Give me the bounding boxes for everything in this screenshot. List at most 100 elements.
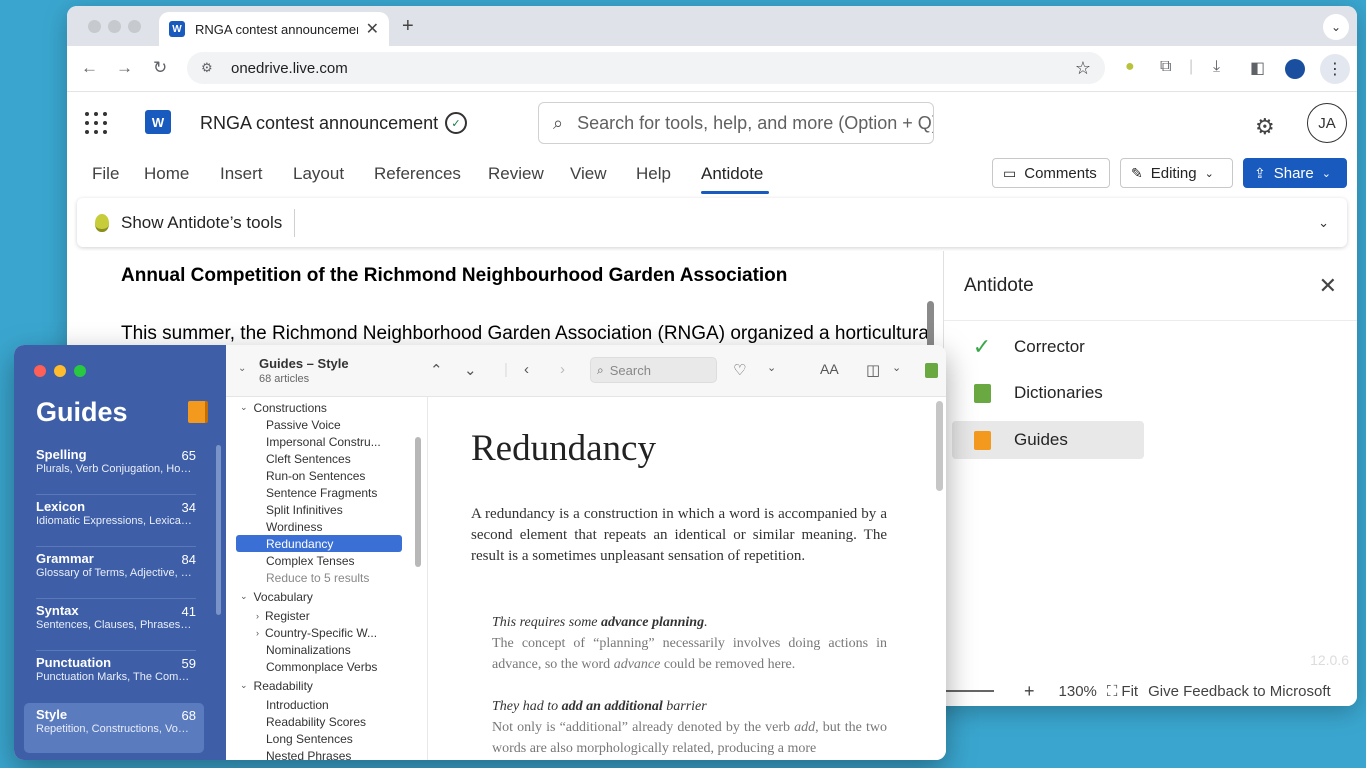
tree-section-vocabulary[interactable]: ⌄ Vocabulary: [240, 588, 406, 605]
forward-arrow-icon[interactable]: →: [116, 58, 133, 78]
side-item-dictionaries[interactable]: Dictionaries: [952, 374, 1144, 412]
tree-item[interactable]: Sentence Fragments: [236, 484, 402, 501]
tree-item[interactable]: › Country-Specific W...: [236, 624, 402, 641]
search-input[interactable]: ⌕ Search for tools, help, and more (Opti…: [538, 102, 934, 144]
browser-tab[interactable]: W RNGA contest announcement ✕: [159, 12, 389, 46]
tab-antidote[interactable]: Antidote: [701, 164, 763, 184]
tab-file[interactable]: File: [92, 164, 119, 184]
chevron-up-icon[interactable]: ⌃: [430, 361, 443, 379]
category-grammar[interactable]: Grammar 84 Glossary of Terms, Adjective,…: [24, 547, 204, 597]
tree-item[interactable]: Wordiness: [236, 518, 402, 535]
heart-icon[interactable]: ♡: [733, 361, 746, 379]
green-book-icon[interactable]: [925, 363, 938, 378]
tab-view[interactable]: View: [570, 164, 607, 184]
avatar[interactable]: JA: [1307, 103, 1347, 143]
document-paragraph: This summer, the Richmond Neighborhood G…: [121, 323, 934, 344]
tree-item[interactable]: Passive Voice: [236, 416, 402, 433]
guides-search-input[interactable]: ⌕ Search: [590, 357, 717, 383]
tab-home[interactable]: Home: [144, 164, 189, 184]
tree-section-readability[interactable]: ⌄ Readability: [240, 677, 406, 694]
tab-layout[interactable]: Layout: [293, 164, 344, 184]
zoom-in-button[interactable]: +: [1024, 681, 1035, 702]
tree-scrollbar[interactable]: [415, 437, 421, 567]
extensions-puzzle-icon[interactable]: ⧉: [1160, 58, 1171, 76]
side-item-corrector[interactable]: ✓ Corrector: [952, 328, 1144, 366]
chevron-down-icon[interactable]: ⌄: [767, 361, 776, 374]
tab-help[interactable]: Help: [636, 164, 671, 184]
layout-panel-icon[interactable]: ◫: [866, 361, 880, 379]
close-window-dot[interactable]: [34, 365, 46, 377]
reload-icon[interactable]: ↻: [153, 58, 167, 78]
gear-icon[interactable]: ⚙: [1255, 114, 1275, 140]
zoom-level[interactable]: 130%: [1059, 683, 1097, 700]
tree-item[interactable]: Split Infinitives: [236, 501, 402, 518]
share-icon: ⇪: [1254, 164, 1266, 181]
category-syntax[interactable]: Syntax 41 Sentences, Clauses, Phrases, F…: [24, 599, 204, 649]
chevron-down-icon[interactable]: ⌄: [464, 361, 477, 379]
tree-item[interactable]: › Register: [236, 607, 402, 624]
tree-item[interactable]: Commonplace Verbs: [236, 658, 402, 675]
fit-button[interactable]: Fit: [1121, 683, 1138, 700]
new-tab-icon[interactable]: +: [402, 15, 414, 38]
bookmark-star-icon[interactable]: ☆: [1075, 58, 1091, 79]
profile-avatar-icon[interactable]: [1285, 59, 1305, 79]
tree-item[interactable]: Cleft Sentences: [236, 450, 402, 467]
app-launcher-icon[interactable]: [85, 112, 107, 134]
tree-item[interactable]: Readability Scores: [236, 713, 402, 730]
close-icon[interactable]: ✕: [1319, 273, 1337, 299]
back-arrow-icon[interactable]: ←: [81, 58, 98, 78]
maximize-window-dot[interactable]: [128, 20, 141, 33]
category-style[interactable]: Style 68 Repetition, Constructions, Voca…: [24, 703, 204, 753]
side-panel-icon[interactable]: ◧: [1250, 58, 1265, 78]
tree-item[interactable]: Complex Tenses: [236, 552, 402, 569]
tree-item[interactable]: Nested Phrases: [236, 747, 402, 761]
chevron-down-icon: ⌄: [240, 402, 248, 412]
address-bar[interactable]: ⚙ onedrive.live.com ☆: [187, 52, 1105, 84]
chevron-down-icon[interactable]: ⌄: [1318, 215, 1329, 231]
tree-item-label: Country-Specific W...: [265, 625, 378, 640]
tree-item[interactable]: Impersonal Constru...: [236, 433, 402, 450]
antidote-extension-icon[interactable]: ●: [1125, 58, 1135, 76]
sidebar-scrollbar[interactable]: [216, 445, 221, 615]
tree-section-constructions[interactable]: ⌄ Constructions: [240, 399, 406, 416]
zoom-slider[interactable]: [944, 690, 994, 692]
reduce-results-link[interactable]: Reduce to 5 results: [236, 569, 402, 586]
chevron-down-icon[interactable]: ⌄: [892, 361, 901, 374]
tree-item[interactable]: Nominalizations: [236, 641, 402, 658]
back-arrow-icon[interactable]: ‹: [524, 361, 529, 378]
close-window-dot[interactable]: [88, 20, 101, 33]
forward-arrow-icon[interactable]: ›: [560, 361, 565, 378]
download-icon[interactable]: ⤓: [1213, 58, 1220, 76]
word-header: W RNGA contest announcement ✓ ⌕ Search f…: [67, 92, 1357, 154]
minimize-window-dot[interactable]: [54, 365, 66, 377]
tab-search-chevron-icon[interactable]: ⌄: [1323, 14, 1349, 40]
show-antidote-tools-button[interactable]: Show Antidote’s tools: [121, 213, 282, 233]
feedback-link[interactable]: Give Feedback to Microsoft: [1148, 683, 1331, 700]
category-punctuation[interactable]: Punctuation 59 Punctuation Marks, The Co…: [24, 651, 204, 701]
side-item-guides[interactable]: Guides: [952, 421, 1144, 459]
fit-icon[interactable]: ⛶: [1107, 683, 1118, 700]
font-size-icon[interactable]: AA: [820, 361, 839, 377]
tree-item[interactable]: Long Sentences: [236, 730, 402, 747]
tree-item-selected[interactable]: Redundancy: [236, 535, 402, 552]
editing-mode-button[interactable]: ✎ Editing ⌄: [1120, 158, 1233, 188]
share-button[interactable]: ⇪ Share ⌄: [1243, 158, 1347, 188]
chevron-down-icon[interactable]: ⌄: [238, 363, 246, 374]
tab-review[interactable]: Review: [488, 164, 544, 184]
word-logo-icon[interactable]: W: [145, 110, 171, 134]
tab-insert[interactable]: Insert: [220, 164, 263, 184]
comments-button[interactable]: ▭ Comments: [992, 158, 1110, 188]
tree-item[interactable]: Run-on Sentences: [236, 467, 402, 484]
article-scrollbar[interactable]: [936, 401, 943, 491]
document-title[interactable]: RNGA contest announcement: [200, 113, 438, 134]
site-settings-icon[interactable]: ⚙: [201, 60, 219, 76]
category-spelling[interactable]: Spelling 65 Plurals, Verb Conjugation, H…: [24, 443, 204, 493]
tab-references[interactable]: References: [374, 164, 461, 184]
maximize-window-dot[interactable]: [74, 365, 86, 377]
category-lexicon[interactable]: Lexicon 34 Idiomatic Expressions, Lexica…: [24, 495, 204, 545]
tree-item[interactable]: Introduction: [236, 696, 402, 713]
browser-menu-icon[interactable]: ⋮: [1320, 54, 1350, 84]
saved-cloud-icon[interactable]: ✓: [445, 112, 467, 134]
minimize-window-dot[interactable]: [108, 20, 121, 33]
close-icon[interactable]: ✕: [366, 19, 379, 39]
